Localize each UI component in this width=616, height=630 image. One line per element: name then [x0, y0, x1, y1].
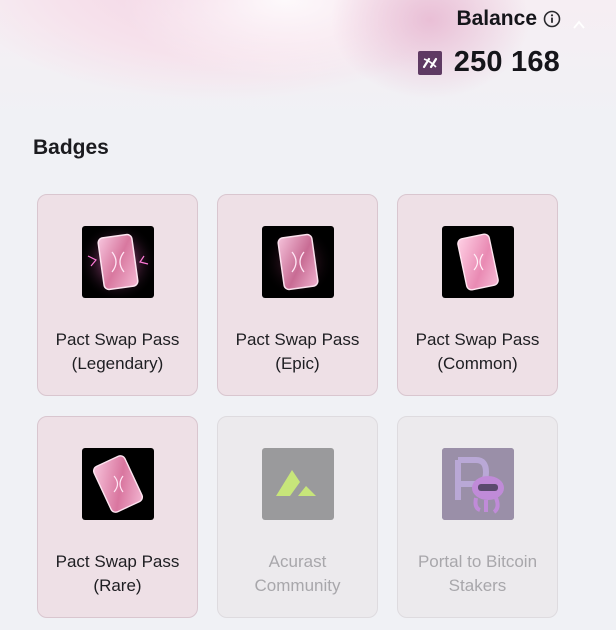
- token-icon: [417, 50, 442, 75]
- info-icon[interactable]: [543, 10, 561, 28]
- badges-grid: Pact Swap Pass (Legendary) Pact Swap Pas…: [37, 194, 560, 618]
- portal-bitcoin-icon: [441, 448, 514, 520]
- badge-card-common[interactable]: Pact Swap Pass (Common): [397, 194, 558, 396]
- badge-card-epic[interactable]: Pact Swap Pass (Epic): [217, 194, 378, 396]
- badge-name: Acurast Community: [254, 552, 341, 595]
- rare-pass-icon: [81, 448, 154, 520]
- acurast-logo-icon: [261, 448, 334, 520]
- chevron-up-icon[interactable]: [572, 18, 586, 32]
- badge-card-acurast[interactable]: Acurast Community: [217, 416, 378, 618]
- badge-name: Pact Swap Pass (Legendary): [55, 330, 180, 373]
- badge-name: Pact Swap Pass (Rare): [55, 552, 180, 595]
- epic-pass-icon: [261, 226, 334, 298]
- badge-card-portal[interactable]: Portal to Bitcoin Stakers: [397, 416, 558, 618]
- legendary-pass-icon: [81, 226, 154, 298]
- badge-card-rare[interactable]: Pact Swap Pass (Rare): [37, 416, 198, 618]
- balance-header: Balance: [456, 7, 561, 31]
- balance-label: Balance: [456, 7, 537, 30]
- badge-name: Pact Swap Pass (Epic): [235, 330, 360, 373]
- balance-value: 250 168: [453, 46, 560, 78]
- badges-title: Badges: [33, 136, 109, 159]
- balance-value-row: 250 168: [417, 46, 560, 79]
- common-pass-icon: [441, 226, 514, 298]
- badge-card-legendary[interactable]: Pact Swap Pass (Legendary): [37, 194, 198, 396]
- badge-name: Pact Swap Pass (Common): [415, 330, 540, 373]
- badge-name: Portal to Bitcoin Stakers: [417, 552, 538, 595]
